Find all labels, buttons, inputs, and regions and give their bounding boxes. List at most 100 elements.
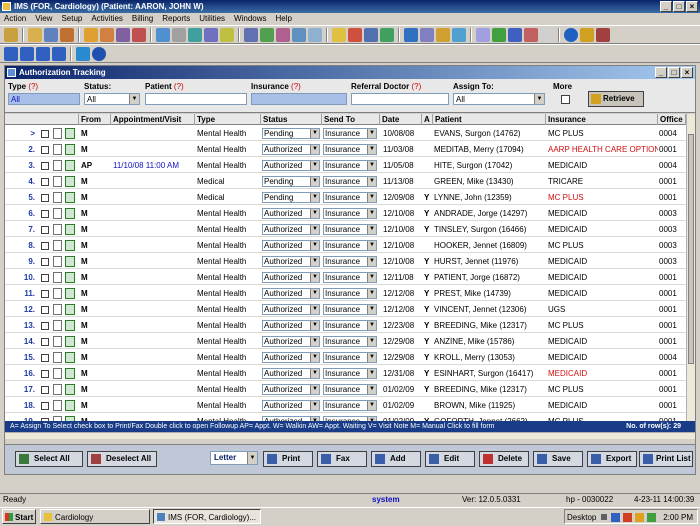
status-cell-dropdown[interactable]: Authorized ▼ <box>262 160 320 171</box>
document-icon[interactable] <box>53 256 62 267</box>
status-cell-dropdown[interactable]: Authorized ▼ <box>262 272 320 283</box>
document-icon[interactable] <box>53 336 62 347</box>
status-cell-dropdown[interactable]: Authorized ▼ <box>262 352 320 363</box>
row-select-checkbox[interactable] <box>41 338 49 346</box>
document-icon[interactable] <box>53 352 62 363</box>
document-icon[interactable] <box>53 208 62 219</box>
start-button[interactable]: Start <box>2 509 36 524</box>
update-icon[interactable] <box>647 513 656 522</box>
toolbar-schedule-icon[interactable] <box>60 27 74 42</box>
row-select-checkbox[interactable] <box>41 258 49 266</box>
cancel-icon[interactable] <box>92 46 106 61</box>
print-list-button[interactable]: Print List <box>639 451 693 467</box>
toolbar-task-icon[interactable] <box>436 27 450 42</box>
next-record-icon[interactable] <box>36 46 50 61</box>
col-insurance[interactable]: Insurance <box>546 114 658 125</box>
toolbar-image-icon[interactable] <box>476 27 490 42</box>
form-icon[interactable] <box>65 208 75 219</box>
toolbar-calendar-icon[interactable] <box>540 27 554 42</box>
document-icon[interactable] <box>53 384 62 395</box>
toolbar-rx-icon[interactable] <box>132 27 146 42</box>
toolbar-web-icon[interactable] <box>452 27 466 42</box>
row-select-checkbox[interactable] <box>41 226 49 234</box>
send-to-cell-dropdown[interactable]: Insurance ▼ <box>323 352 377 363</box>
send-to-cell-dropdown[interactable]: Insurance ▼ <box>323 240 377 251</box>
send-to-cell-dropdown[interactable]: Insurance ▼ <box>323 368 377 379</box>
taskbar-cardiology-folder[interactable]: Cardiology <box>40 509 150 524</box>
status-dropdown[interactable]: All ▼ <box>84 93 140 105</box>
minimize-button[interactable]: _ <box>660 1 672 12</box>
last-record-icon[interactable] <box>52 46 66 61</box>
form-icon[interactable] <box>65 368 75 379</box>
toolbar-scan-icon[interactable] <box>404 27 418 42</box>
form-icon[interactable] <box>65 144 75 155</box>
send-to-cell-dropdown[interactable]: Insurance ▼ <box>323 304 377 315</box>
toolbar-exit-icon[interactable] <box>596 27 610 42</box>
row-select-checkbox[interactable] <box>41 210 49 218</box>
table-row[interactable]: 16. M Mental Health Authorized ▼ Insurance ▼ 12… <box>5 366 686 381</box>
assign-to-dropdown[interactable]: All ▼ <box>453 93 545 105</box>
menu-setup[interactable]: Setup <box>61 13 82 25</box>
toolbar-pay-icon[interactable] <box>292 27 306 42</box>
document-icon[interactable] <box>53 160 62 171</box>
form-icon[interactable] <box>65 336 75 347</box>
form-icon[interactable] <box>65 256 75 267</box>
toolbar-user-icon[interactable] <box>28 27 42 42</box>
form-icon[interactable] <box>65 224 75 235</box>
row-select-checkbox[interactable] <box>41 354 49 362</box>
toolbar-post-icon[interactable] <box>308 27 322 42</box>
document-icon[interactable] <box>53 288 62 299</box>
col-status[interactable]: Status <box>261 114 322 125</box>
status-cell-dropdown[interactable]: Authorized ▼ <box>262 240 320 251</box>
table-row[interactable]: 2. M Mental Health Authorized ▼ Insurance ▼ 11/… <box>5 142 686 157</box>
menu-view[interactable]: View <box>35 13 52 25</box>
table-row[interactable]: 8. M Mental Health Authorized ▼ Insurance ▼ 12/… <box>5 238 686 253</box>
col-patient[interactable]: Patient <box>433 114 546 125</box>
col-type[interactable]: Type <box>195 114 261 125</box>
table-row[interactable]: 4. M Medical Pending ▼ Insurance ▼ 11/13/08 GREE… <box>5 174 686 189</box>
table-row[interactable]: 12. M Mental Health Authorized ▼ Insurance ▼ 12… <box>5 302 686 317</box>
toolbar-alert-icon[interactable] <box>348 27 362 42</box>
table-row[interactable]: 6. M Mental Health Authorized ▼ Insurance ▼ 12/… <box>5 206 686 221</box>
type-help-link[interactable]: (?) <box>28 82 38 91</box>
send-to-cell-dropdown[interactable]: Insurance ▼ <box>323 320 377 331</box>
close-button[interactable]: × <box>686 1 698 12</box>
row-select-checkbox[interactable] <box>41 194 49 202</box>
grid-horizontal-scrollbar[interactable] <box>5 432 695 439</box>
insurance-field[interactable] <box>251 93 347 105</box>
toolbar-fax-icon[interactable] <box>380 27 394 42</box>
referral-help-link[interactable]: (?) <box>411 82 421 91</box>
status-cell-dropdown[interactable]: Authorized ▼ <box>262 256 320 267</box>
menu-help[interactable]: Help <box>276 13 292 25</box>
menu-utilities[interactable]: Utilities <box>199 13 225 25</box>
form-icon[interactable] <box>65 192 75 203</box>
toolbar-doc-icon[interactable] <box>204 27 218 42</box>
retrieve-button[interactable]: Retrieve <box>588 91 644 107</box>
document-icon[interactable] <box>53 272 62 283</box>
first-record-icon[interactable] <box>4 46 18 61</box>
toolbar-mail-icon[interactable] <box>420 27 434 42</box>
delete-button[interactable]: Delete <box>479 451 529 467</box>
row-select-checkbox[interactable] <box>41 322 49 330</box>
col-office[interactable]: Office <box>658 114 686 125</box>
send-to-cell-dropdown[interactable]: Insurance ▼ <box>323 336 377 347</box>
document-icon[interactable] <box>53 368 62 379</box>
row-select-checkbox[interactable] <box>41 130 49 138</box>
row-select-checkbox[interactable] <box>41 306 49 314</box>
volume-icon[interactable] <box>635 513 644 522</box>
row-select-checkbox[interactable] <box>41 402 49 410</box>
send-to-cell-dropdown[interactable]: Insurance ▼ <box>323 128 377 139</box>
status-cell-dropdown[interactable]: Pending ▼ <box>262 176 320 187</box>
document-icon[interactable] <box>53 240 62 251</box>
export-button[interactable]: Export <box>587 451 637 467</box>
col-assign[interactable]: A <box>422 114 433 125</box>
toolbar-word-icon[interactable] <box>508 27 522 42</box>
child-close-button[interactable]: × <box>681 67 693 78</box>
row-select-checkbox[interactable] <box>41 274 49 282</box>
document-icon[interactable] <box>53 304 62 315</box>
row-select-checkbox[interactable] <box>41 290 49 298</box>
table-row[interactable]: 18. M Mental Health Authorized ▼ Insurance ▼ 01… <box>5 398 686 413</box>
col-appointment[interactable]: Appointment/Visit <box>111 114 195 125</box>
table-row[interactable]: 19.MMental HealthAuthorized▼Insurance▼01… <box>5 414 686 421</box>
row-select-checkbox[interactable] <box>41 178 49 186</box>
